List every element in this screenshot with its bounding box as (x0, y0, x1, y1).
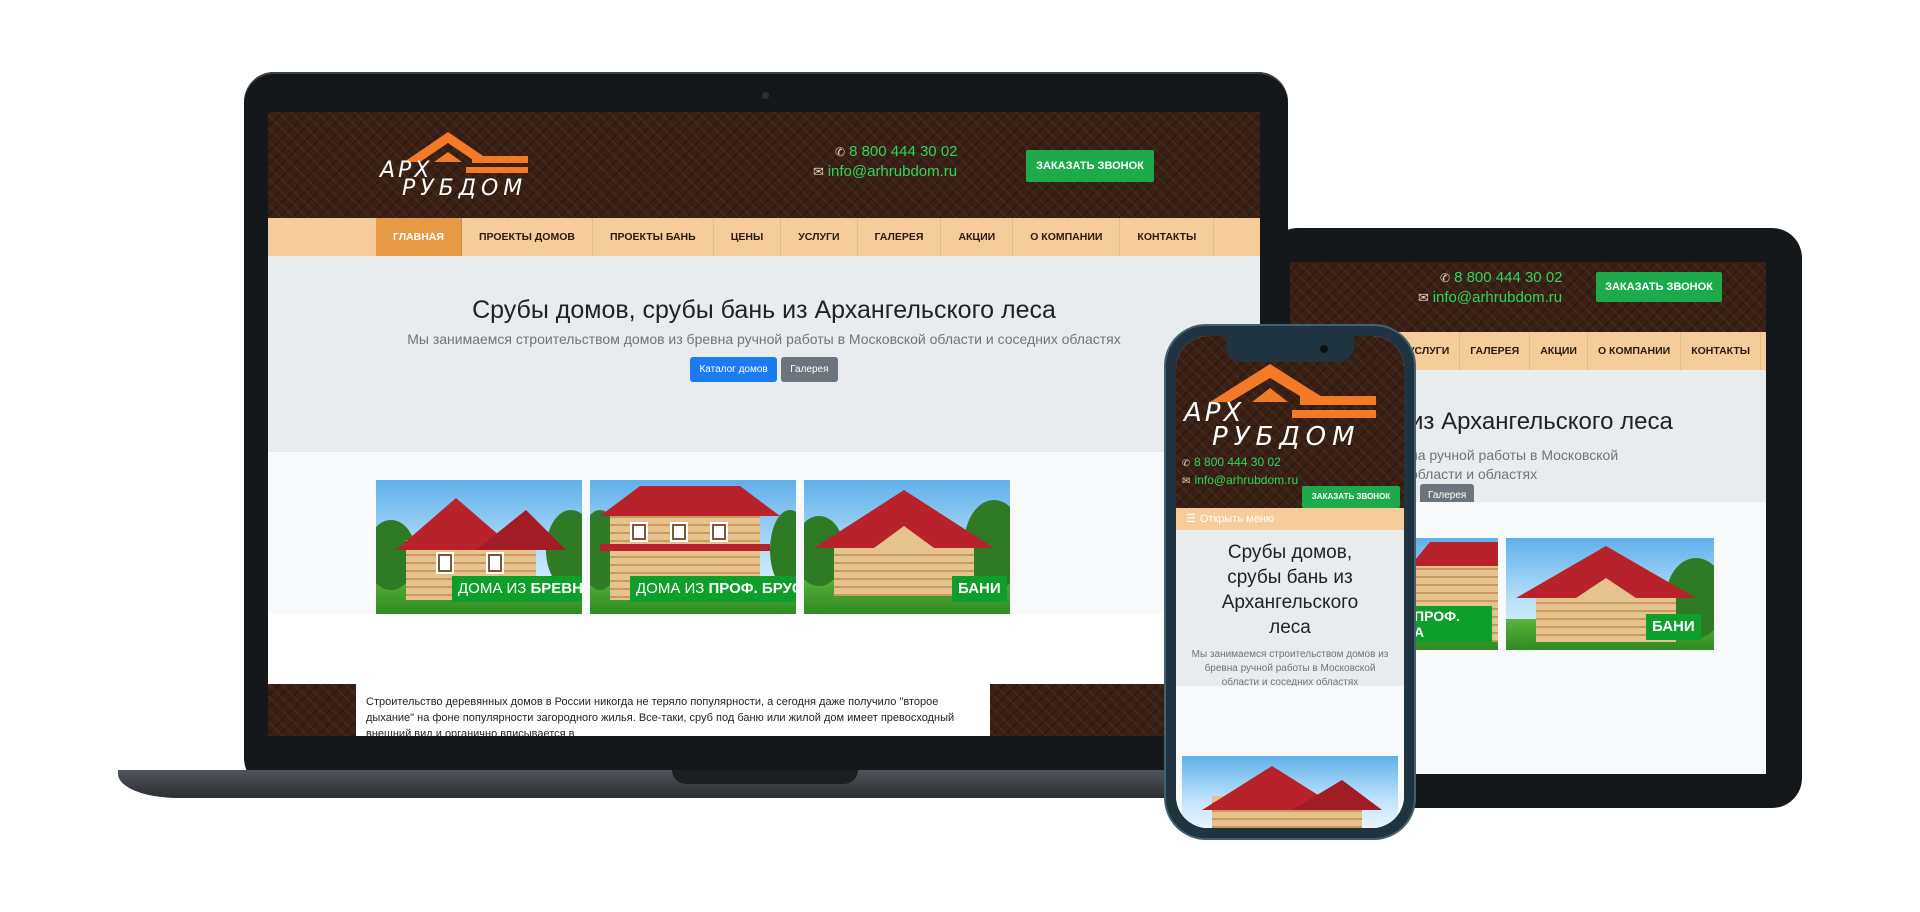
phone-card-log-houses[interactable] (1182, 756, 1398, 828)
tablet-hero-title: из Архангельского леса (1410, 408, 1673, 435)
gallery-button[interactable]: Галерея (781, 357, 838, 382)
tablet-card-baths[interactable]: БАНИ (1506, 538, 1714, 650)
tablet-nav-promos[interactable]: АКЦИИ (1530, 332, 1588, 370)
laptop-camera-icon (762, 92, 769, 99)
card-baths[interactable]: БАНИ (804, 480, 1010, 614)
tablet-hero-subtitle: на ручной работы в Московской области и … (1410, 447, 1619, 482)
phone-camera-icon (1320, 345, 1328, 353)
main-nav: ГЛАВНАЯ ПРОЕКТЫ ДОМОВ ПРОЕКТЫ БАНЬ ЦЕНЫ … (268, 218, 1260, 256)
tablet-nav-contacts[interactable]: КОНТАКТЫ (1681, 332, 1762, 370)
nav-item-contacts[interactable]: КОНТАКТЫ (1120, 218, 1215, 256)
roof-illustration (600, 486, 780, 516)
phone-phone[interactable]: 8 800 444 30 02 (1194, 455, 1281, 469)
tablet-card-label: ПРОФ. А (1410, 606, 1492, 642)
nav-item-about[interactable]: О КОМПАНИИ (1013, 218, 1121, 256)
nav-item-services[interactable]: УСЛУГИ (781, 218, 858, 256)
logo[interactable]: АРХ РУБДОМ (376, 126, 556, 204)
hamburger-icon: ☰ (1186, 513, 1196, 525)
tablet-card-label: БАНИ (1646, 614, 1701, 640)
phone-icon: ✆ (1182, 458, 1191, 469)
nav-item-bath-projects[interactable]: ПРОЕКТЫ БАНЬ (593, 218, 714, 256)
phone-email[interactable]: info@arhrubdom.ru (1195, 473, 1299, 487)
card-timber-houses[interactable]: ДОМА ИЗ ПРОФ. БРУСА (590, 480, 796, 614)
roof-illustration (814, 490, 994, 548)
catalog-button[interactable]: Каталог домов (690, 357, 777, 382)
card-log-houses[interactable]: ДОМА ИЗ БРЕВНА (376, 480, 582, 614)
phone-logo-bottom: РУБДОМ (1212, 422, 1361, 452)
nav-item-house-projects[interactable]: ПРОЕКТЫ ДОМОВ (462, 218, 593, 256)
roof-illustration (396, 498, 566, 550)
tablet-nav-about[interactable]: О КОМПАНИИ (1588, 332, 1682, 370)
laptop-notch (672, 770, 858, 784)
phone-hero-subtitle: Мы занимаемся строительством домов из бр… (1191, 649, 1389, 688)
header-email[interactable]: info@arhrubdom.ru (828, 163, 957, 180)
order-call-button[interactable]: ЗАКАЗАТЬ ЗВОНОК (1026, 150, 1154, 182)
phone-icon: ✆ (835, 145, 846, 159)
phone-hero-title: Срубы домов, срубы бань из Архангельског… (1221, 542, 1359, 638)
phone-order-call-button[interactable]: ЗАКАЗАТЬ ЗВОНОК (1302, 486, 1400, 508)
tablet-order-call-button[interactable]: ЗАКАЗАТЬ ЗВОНОК (1596, 272, 1722, 302)
roof-illustration (1410, 542, 1498, 566)
laptop-screen: АРХ РУБДОМ ✆ 8 800 444 30 02 ✉ info@arhrub… (268, 112, 1260, 736)
phone-screen: АРХ РУБДОМ ✆ 8 800 444 30 02 ✉ info@arhrub… (1176, 336, 1404, 828)
hero-section: Срубы домов, срубы бань из Архангельског… (268, 256, 1260, 452)
tablet-phone[interactable]: 8 800 444 30 02 (1454, 269, 1562, 286)
header-phone[interactable]: 8 800 444 30 02 (849, 143, 957, 160)
mail-icon: ✉ (1418, 290, 1429, 305)
phone-menu-bar[interactable]: ☰ Открыть меню (1176, 508, 1404, 530)
nav-item-prices[interactable]: ЦЕНЫ (714, 218, 782, 256)
nav-item-promos[interactable]: АКЦИИ (941, 218, 1014, 256)
hero-subtitle: Мы занимаемся строительством домов из бр… (407, 331, 1121, 347)
mail-icon: ✉ (1182, 476, 1191, 487)
tablet-email[interactable]: info@arhrubdom.ru (1433, 289, 1562, 306)
phone-notch (1226, 336, 1354, 362)
site-header: АРХ РУБДОМ ✆ 8 800 444 30 02 ✉ info@arhrub… (268, 112, 1260, 218)
phone-icon: ✆ (1440, 271, 1451, 285)
nav-item-home[interactable]: ГЛАВНАЯ (376, 218, 462, 256)
nav-item-gallery[interactable]: ГАЛЕРЕЯ (858, 218, 942, 256)
phone-menu-label: Открыть меню (1199, 513, 1275, 525)
tablet-card-timber[interactable]: ПРОФ. А (1410, 538, 1498, 650)
tablet-nav-gallery[interactable]: ГАЛЕРЕЯ (1460, 332, 1531, 370)
logo-bottom-text: РУБДОМ (402, 176, 528, 201)
card-label: ДОМА ИЗ ПРОФ. БРУСА (630, 576, 796, 602)
tablet-contacts: ✆ 8 800 444 30 02 ✉ info@arhrubdom.ru (1418, 268, 1563, 308)
tablet-header: ✆ 8 800 444 30 02 ✉ info@arhrubdom.ru ЗАКА… (1290, 262, 1766, 332)
phone-logo[interactable]: АРХ РУБДОМ (1180, 356, 1400, 456)
mail-icon: ✉ (813, 164, 824, 179)
roof-illustration (1202, 766, 1382, 810)
phone-hero: Срубы домов, срубы бань из Архангельског… (1176, 530, 1404, 718)
header-contacts: ✆ 8 800 444 30 02 ✉ info@arhrubdom.ru (813, 142, 1013, 182)
card-label: ДОМА ИЗ БРЕВНА (452, 576, 582, 602)
roof-illustration (1516, 546, 1696, 598)
card-label: БАНИ (952, 576, 1007, 602)
body-text: Строительство деревянных домов в России … (356, 684, 990, 736)
hero-title: Срубы домов, срубы бань из Архангельског… (472, 296, 1056, 324)
phone-contacts: ✆ 8 800 444 30 02 ✉ info@arhrubdom.ru (1182, 454, 1298, 490)
